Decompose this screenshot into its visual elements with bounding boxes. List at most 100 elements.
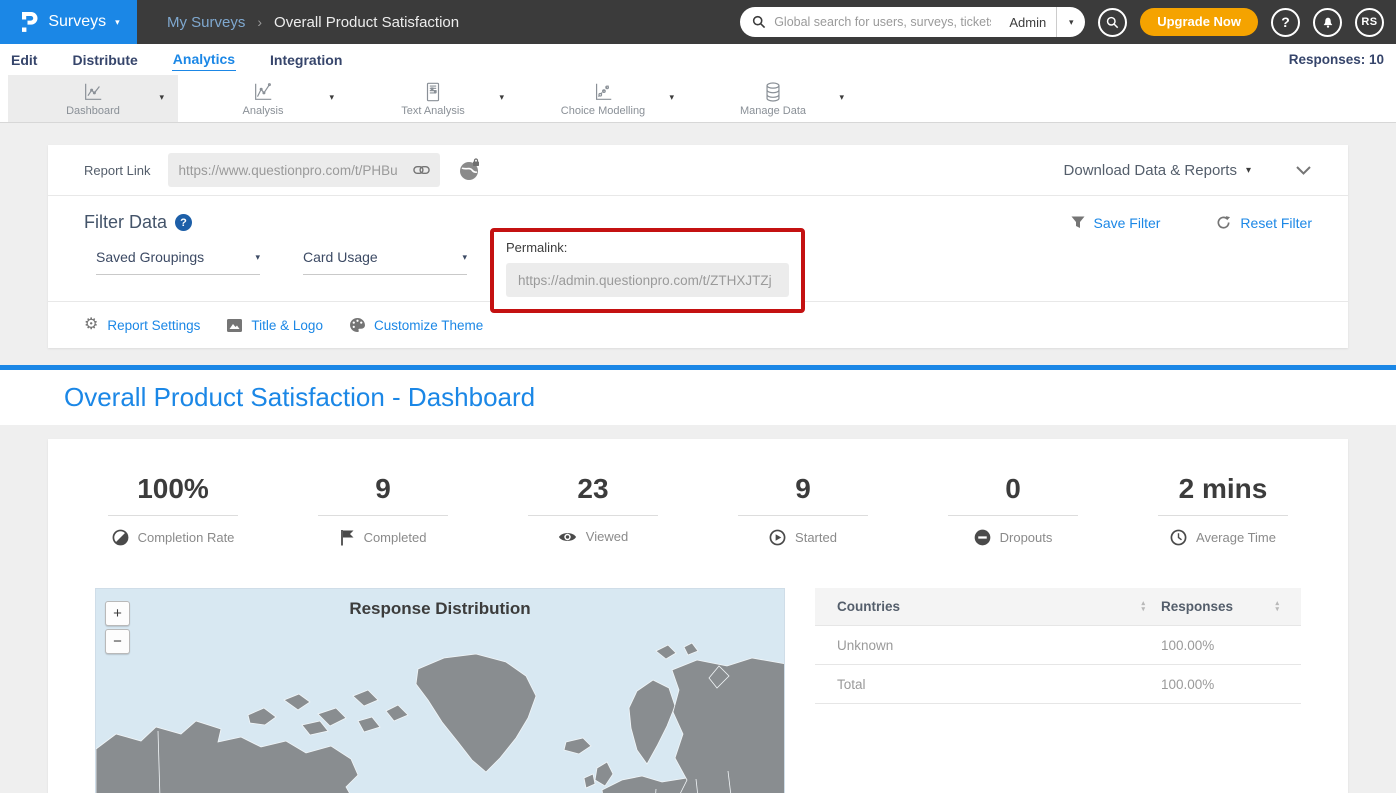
report-settings-button[interactable]: ⚙ Report Settings bbox=[84, 317, 200, 333]
toolbar-choice-modelling[interactable]: Choice Modelling ▾ bbox=[518, 75, 688, 122]
report-access-globe-lock-icon[interactable] bbox=[458, 158, 482, 182]
title-logo-button[interactable]: Title & Logo bbox=[227, 318, 323, 333]
toolbar-label: Text Analysis bbox=[401, 105, 465, 117]
nav-item-distribute[interactable]: Distribute bbox=[71, 49, 138, 71]
report-controls-card: Report Link Download Data & Reports ▾ Fi… bbox=[48, 145, 1348, 348]
permalink-label: Permalink: bbox=[506, 240, 789, 255]
upgrade-now-button[interactable]: Upgrade Now bbox=[1140, 8, 1258, 36]
chevron-down-icon[interactable]: ▾ bbox=[159, 92, 164, 103]
saved-groupings-dropdown[interactable]: Saved Groupings ▾ bbox=[96, 249, 260, 275]
avatar-initials: RS bbox=[1361, 16, 1377, 28]
clock-icon bbox=[1170, 529, 1187, 546]
toolbar-text-analysis[interactable]: Text Analysis ▾ bbox=[348, 75, 518, 122]
link-icon[interactable] bbox=[413, 164, 430, 176]
gear-icon: ⚙ bbox=[84, 317, 98, 333]
stat-started: 9 Started bbox=[698, 473, 908, 551]
customize-theme-label: Customize Theme bbox=[374, 318, 483, 333]
stat-value: 0 bbox=[908, 473, 1118, 505]
dropdown-value: Saved Groupings bbox=[96, 249, 204, 265]
survey-nav: Edit Distribute Analytics Integration Re… bbox=[0, 44, 1396, 75]
filter-help-icon[interactable]: ? bbox=[175, 214, 192, 231]
report-link-label: Report Link bbox=[84, 163, 150, 178]
breadcrumb-separator-icon: › bbox=[257, 14, 262, 30]
flag-icon bbox=[340, 529, 355, 546]
filter-section: Filter Data ? Save Filter Reset Filter S… bbox=[48, 196, 1348, 301]
nav-item-integration[interactable]: Integration bbox=[269, 49, 343, 71]
title-logo-label: Title & Logo bbox=[251, 318, 323, 333]
palette-icon bbox=[350, 318, 365, 332]
reset-filter-label: Reset Filter bbox=[1240, 215, 1312, 231]
line-chart-icon bbox=[82, 81, 104, 103]
nav-item-analytics[interactable]: Analytics bbox=[172, 48, 236, 71]
user-avatar[interactable]: RS bbox=[1355, 8, 1384, 37]
help-button[interactable]: ? bbox=[1271, 8, 1300, 37]
search-input[interactable] bbox=[766, 15, 999, 29]
title-band: Overall Product Satisfaction - Dashboard bbox=[0, 370, 1396, 425]
notifications-button[interactable] bbox=[1313, 8, 1342, 37]
chevron-down-icon[interactable]: ▾ bbox=[499, 92, 504, 103]
funnel-icon bbox=[1071, 216, 1085, 229]
card-usage-dropdown[interactable]: Card Usage ▾ bbox=[303, 249, 467, 275]
stat-value: 2 mins bbox=[1118, 473, 1328, 505]
dashboard-card: 100% Completion Rate 9 Completed 23 View… bbox=[48, 439, 1348, 793]
stat-value: 100% bbox=[68, 473, 278, 505]
breadcrumb: My Surveys › Overall Product Satisfactio… bbox=[167, 14, 459, 31]
map-zoom-in-button[interactable]: + bbox=[105, 601, 130, 626]
global-search: Admin ▾ bbox=[740, 7, 1085, 37]
response-distribution-map[interactable]: Response Distribution + − bbox=[95, 588, 785, 793]
chevron-down-icon: ▾ bbox=[255, 252, 260, 263]
page-title: Overall Product Satisfaction - Dashboard bbox=[64, 382, 535, 413]
toolbar-dashboard[interactable]: Dashboard ▾ bbox=[8, 75, 178, 122]
stat-label-text: Started bbox=[795, 530, 837, 545]
stats-row: 100% Completion Rate 9 Completed 23 View… bbox=[48, 473, 1348, 551]
report-link-input[interactable] bbox=[178, 163, 413, 178]
play-circle-icon bbox=[769, 529, 786, 546]
top-bar: Surveys ▾ My Surveys › Overall Product S… bbox=[0, 0, 1396, 44]
toolbar-label: Dashboard bbox=[66, 105, 120, 117]
world-map bbox=[96, 629, 785, 793]
toolbar-label: Analysis bbox=[243, 105, 284, 117]
stat-dropouts: 0 Dropouts bbox=[908, 473, 1118, 551]
database-icon bbox=[762, 81, 784, 103]
chevron-down-icon[interactable]: ▾ bbox=[1246, 165, 1251, 176]
questionpro-logo-icon bbox=[17, 10, 39, 34]
breadcrumb-current: Overall Product Satisfaction bbox=[274, 14, 459, 31]
search-icon bbox=[752, 15, 766, 29]
chevron-down-icon[interactable]: ▾ bbox=[669, 92, 674, 103]
chevron-down-icon[interactable]: ▾ bbox=[839, 92, 844, 103]
country-name: Unknown bbox=[837, 638, 1145, 653]
stat-completion-rate: 100% Completion Rate bbox=[68, 473, 278, 551]
surveys-product-switcher[interactable]: Surveys ▾ bbox=[0, 0, 137, 44]
stat-label-text: Completed bbox=[364, 530, 427, 545]
chevron-down-icon: ▾ bbox=[1069, 17, 1074, 27]
scatter-chart-icon bbox=[592, 81, 614, 103]
search-scope-dropdown[interactable]: ▾ bbox=[1057, 17, 1085, 28]
save-filter-button[interactable]: Save Filter bbox=[1071, 215, 1161, 231]
save-filter-label: Save Filter bbox=[1094, 215, 1161, 231]
customize-theme-button[interactable]: Customize Theme bbox=[350, 318, 483, 333]
stat-average-time: 2 mins Average Time bbox=[1118, 473, 1328, 551]
table-row: Unknown 100.00% bbox=[815, 626, 1301, 665]
map-title: Response Distribution bbox=[96, 599, 784, 619]
collapse-section-chevron-icon[interactable] bbox=[1295, 164, 1312, 176]
country-responses: 100.00% bbox=[1161, 638, 1279, 653]
nav-item-edit[interactable]: Edit bbox=[10, 49, 38, 71]
breadcrumb-my-surveys[interactable]: My Surveys bbox=[167, 14, 245, 31]
permalink-input[interactable] bbox=[518, 273, 777, 288]
sort-icon[interactable]: ▴▾ bbox=[1141, 601, 1145, 613]
download-data-reports-button[interactable]: Download Data & Reports bbox=[1064, 162, 1237, 179]
advanced-search-button[interactable] bbox=[1098, 8, 1127, 37]
responses-count: Responses: 10 bbox=[1289, 52, 1396, 67]
chevron-down-icon[interactable]: ▾ bbox=[329, 92, 334, 103]
toolbar-manage-data[interactable]: Manage Data ▾ bbox=[688, 75, 858, 122]
search-icon bbox=[1106, 16, 1119, 29]
report-settings-label: Report Settings bbox=[107, 318, 200, 333]
toolbar-label: Choice Modelling bbox=[561, 105, 645, 117]
question-mark-icon: ? bbox=[1281, 14, 1290, 30]
sort-icon[interactable]: ▴▾ bbox=[1275, 601, 1279, 613]
toolbar-label: Manage Data bbox=[740, 105, 806, 117]
reset-filter-button[interactable]: Reset Filter bbox=[1216, 215, 1312, 231]
filter-data-title: Filter Data bbox=[84, 212, 167, 233]
toolbar-analysis[interactable]: Analysis ▾ bbox=[178, 75, 348, 122]
countries-table: Countries ▴▾ Responses ▴▾ Unknown 100.00… bbox=[815, 588, 1301, 793]
